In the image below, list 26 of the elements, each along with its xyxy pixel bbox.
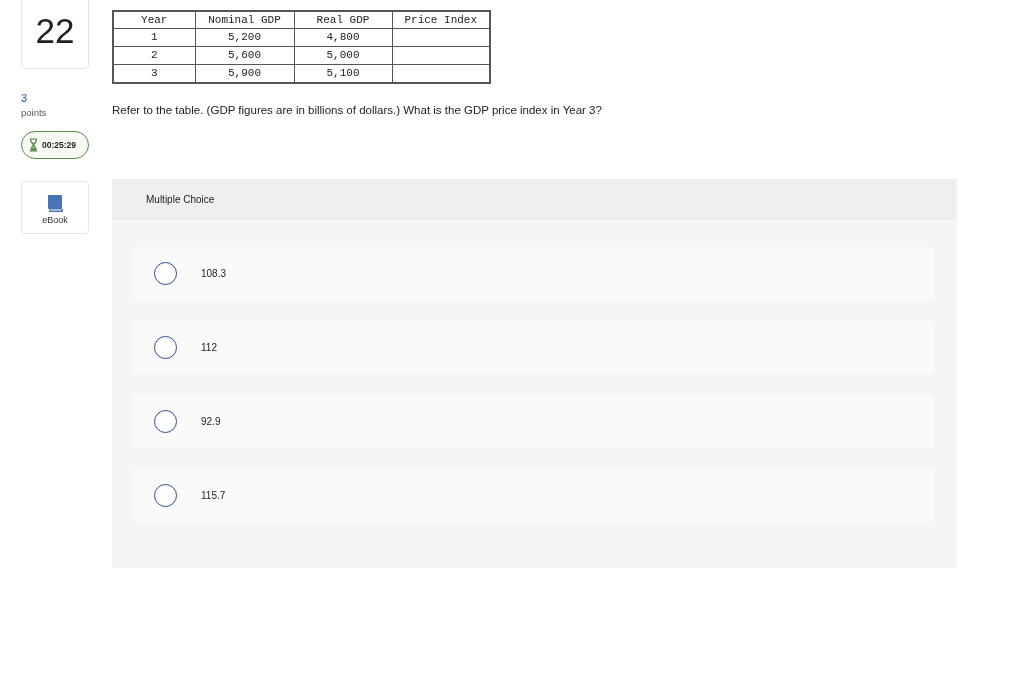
table-cell: 1 [113,28,195,46]
answer-option[interactable]: 115.7 [133,468,934,522]
timer-text: 00:25:29 [42,140,77,150]
table-header-cell: Nominal GDP [195,11,294,28]
radio-button[interactable] [154,483,177,507]
table-cell: 5,200 [195,28,294,46]
answer-type-label: Multiple Choice [146,193,215,205]
table-cell: 2 [113,46,195,64]
question-number: 22 [21,0,89,69]
book-icon [47,194,63,212]
ebook-button[interactable]: eBook [21,181,89,234]
points-value: 3 [21,91,29,105]
radio-button[interactable] [154,261,177,285]
radio-button[interactable] [154,335,177,359]
question-text: Refer to the table. (GDP figures are in billions of dollars.) What is the GDP price index in Year 3? [112,102,603,117]
answer-option[interactable]: 112 [133,320,934,374]
answer-option[interactable]: 108.3 [133,246,934,300]
hourglass-icon [29,138,38,152]
points-label: points [21,106,48,120]
table-cell: 5,000 [294,46,392,64]
table-header-cell: Year [113,11,195,28]
answer-option[interactable]: 92.9 [133,394,934,448]
table-header-cell: Real GDP [294,11,392,28]
table-cell: 4,800 [294,28,392,46]
table-cell: 5,600 [195,46,294,64]
radio-button[interactable] [154,409,177,433]
